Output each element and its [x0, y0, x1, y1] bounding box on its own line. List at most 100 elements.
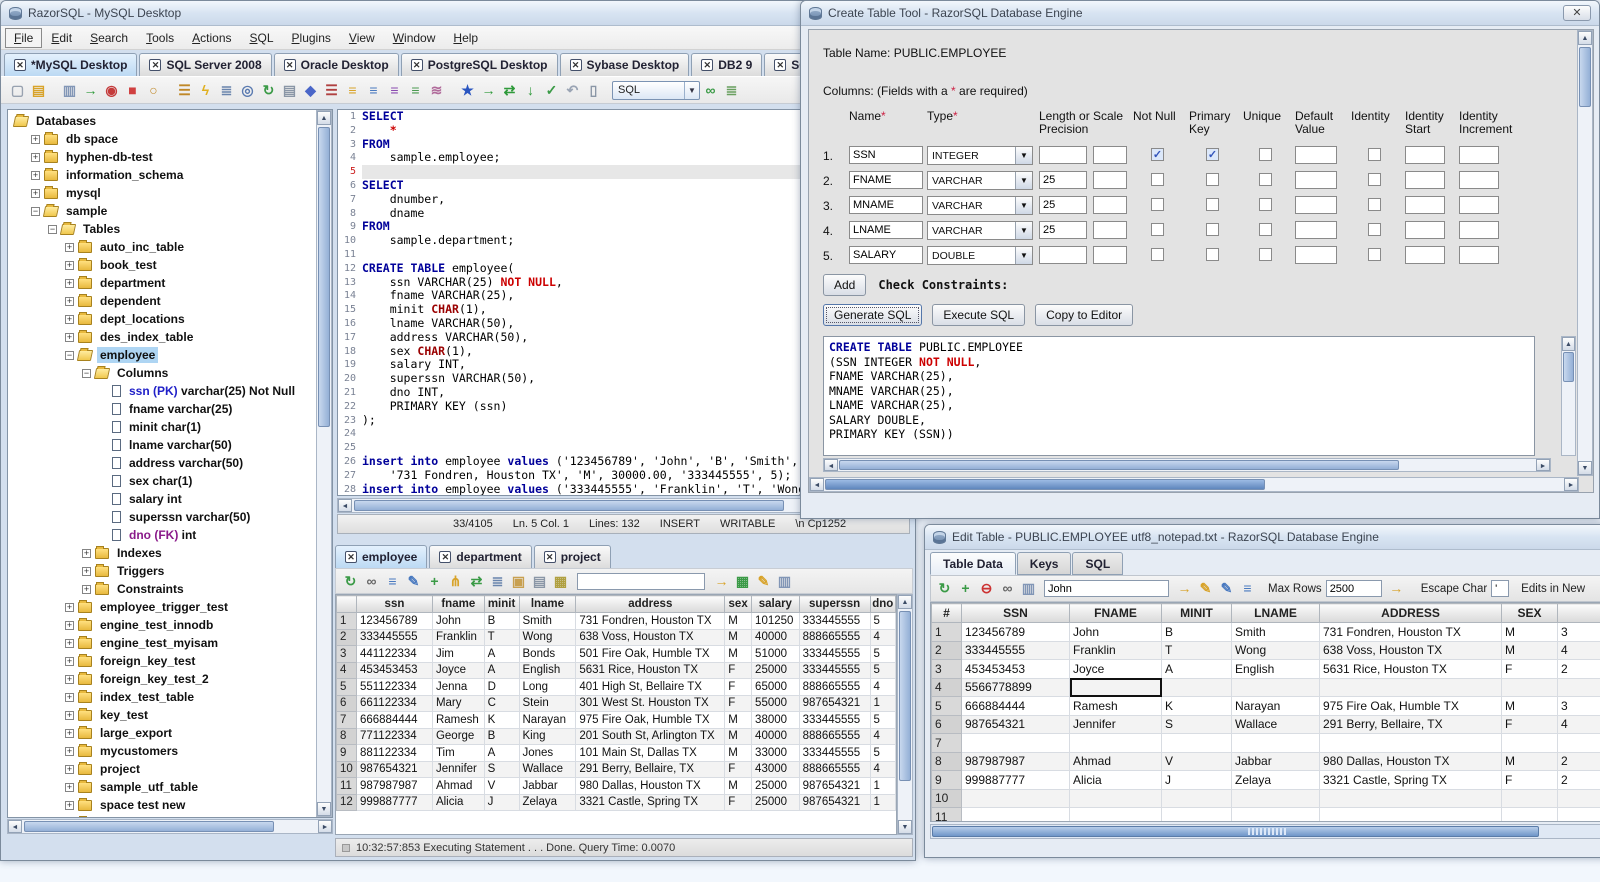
expand-icon[interactable]: +: [82, 566, 91, 576]
filter-gold-icon[interactable]: ≡: [342, 80, 363, 101]
table-row[interactable]: 7 666884444 Ramesh K Narayan 975 Fire Oak, Hu…: [336, 711, 896, 729]
data-cell[interactable]: [1069, 788, 1162, 808]
data-cell[interactable]: 975 Fire Oak, Humble TX: [1319, 696, 1502, 716]
data-cell[interactable]: F: [1501, 714, 1558, 734]
data-cell[interactable]: [961, 733, 1070, 753]
identity-checkbox[interactable]: [1368, 248, 1381, 261]
identity-start-input[interactable]: [1405, 171, 1445, 189]
column-type-select[interactable]: VARCHAR ▼: [927, 171, 1033, 190]
column-name-input[interactable]: [849, 171, 923, 189]
not-null-checkbox[interactable]: [1151, 198, 1164, 211]
close-tab-icon[interactable]: ✕: [345, 551, 357, 563]
data-cell[interactable]: 453453453: [961, 659, 1070, 679]
edit-dialog-titlebar[interactable]: Edit Table - PUBLIC.EMPLOYEE utf8_notepa…: [925, 525, 1600, 550]
identity-checkbox[interactable]: [1368, 148, 1381, 161]
data-cell[interactable]: [1069, 733, 1162, 753]
tree-item-tables[interactable]: − Tables: [8, 220, 316, 238]
expand-icon[interactable]: +: [65, 638, 74, 648]
save-icon[interactable]: ▥: [59, 80, 80, 101]
default-value-input[interactable]: [1295, 221, 1337, 239]
tree-item-mycustomers[interactable]: + mycustomers: [8, 742, 316, 760]
insert-row-icon[interactable]: +: [424, 571, 445, 592]
results-tab-employee[interactable]: ✕ employee: [335, 545, 428, 568]
data-cell[interactable]: Narayan: [1231, 696, 1320, 716]
db-edit-icon[interactable]: ≋: [426, 80, 447, 101]
data-cell[interactable]: Alicia: [1069, 770, 1162, 790]
log-icon[interactable]: ≣: [721, 80, 742, 101]
rollback-icon[interactable]: ↶: [562, 80, 583, 101]
table-row[interactable]: 3 453453453 Joyce A English 5631 Rice, Housto…: [931, 659, 1600, 679]
results-grid[interactable]: ssn fname minit lname address sex salary supers…: [335, 594, 897, 835]
tree-item-engine-test-myisam[interactable]: + engine_test_myisam: [8, 634, 316, 652]
table-row[interactable]: 5 551122334 Jenna D Long 401 High St, Bellair…: [336, 678, 896, 696]
data-cell[interactable]: [961, 788, 1070, 808]
new-connection-icon[interactable]: ○: [143, 80, 164, 101]
table-row[interactable]: 12 999887777 Alicia J Zelaya 3321 Castle, Spr…: [336, 793, 896, 811]
primary-key-checkbox[interactable]: ✓: [1206, 148, 1219, 161]
menu-view[interactable]: View: [340, 28, 384, 48]
data-cell[interactable]: [1319, 677, 1502, 697]
identity-checkbox[interactable]: [1368, 173, 1381, 186]
unique-checkbox[interactable]: [1259, 198, 1272, 211]
tree-item-book-test[interactable]: + book_test: [8, 256, 316, 274]
results-col-lname[interactable]: lname: [518, 595, 577, 613]
refresh-table-icon[interactable]: ↻: [934, 578, 955, 599]
column-name-input[interactable]: [849, 246, 923, 264]
tree-item-lname-varchar-50[interactable]: lname varchar(50): [8, 436, 316, 454]
tab-sql-server-2008[interactable]: ✕ SQL Server 2008: [139, 53, 272, 76]
branch-icon[interactable]: ⋔: [445, 571, 466, 592]
commit-icon[interactable]: ✓: [541, 80, 562, 101]
results-col-salary[interactable]: salary: [751, 595, 800, 613]
edit-col-minit[interactable]: MINIT: [1161, 603, 1232, 623]
edit-cell-icon[interactable]: ✎: [1216, 578, 1237, 599]
reload-results-icon[interactable]: ⇄: [466, 571, 487, 592]
sql-vscrollbar[interactable]: ▲: [1561, 336, 1576, 456]
data-cell[interactable]: Ramesh: [1069, 696, 1162, 716]
identity-start-input[interactable]: [1405, 196, 1445, 214]
row-number-header[interactable]: [336, 595, 357, 613]
default-value-input[interactable]: [1295, 171, 1337, 189]
expand-icon[interactable]: +: [65, 656, 74, 666]
length-input[interactable]: [1039, 221, 1087, 239]
menu-search[interactable]: Search: [81, 28, 137, 48]
results-tab-project[interactable]: ✕ project: [533, 545, 611, 568]
table-row[interactable]: 1 123456789 John B Smith 731 Fondren, Houston…: [931, 622, 1600, 642]
menu-plugins[interactable]: Plugins: [283, 28, 340, 48]
edit-tab-keys[interactable]: Keys: [1016, 552, 1072, 575]
menu-sql[interactable]: SQL: [241, 28, 283, 48]
data-cell[interactable]: [1231, 733, 1320, 753]
main-titlebar[interactable]: RazorSQL - MySQL Desktop: [1, 1, 915, 26]
tree-item-large-export[interactable]: + large_export: [8, 724, 316, 742]
results-col-minit[interactable]: minit: [483, 595, 520, 613]
length-input[interactable]: [1039, 196, 1087, 214]
not-null-checkbox[interactable]: [1151, 223, 1164, 236]
identity-checkbox[interactable]: [1368, 198, 1381, 211]
describe-table-icon[interactable]: ≣: [216, 80, 237, 101]
menu-actions[interactable]: Actions: [183, 28, 240, 48]
paste-icon[interactable]: ▤: [279, 80, 300, 101]
tree-item-dno-fk-int[interactable]: dno (FK) int: [8, 526, 316, 544]
unique-checkbox[interactable]: [1259, 148, 1272, 161]
data-cell[interactable]: T: [1161, 640, 1232, 660]
generated-sql-textarea[interactable]: CREATE TABLE PUBLIC.EMPLOYEE (SSN INTEGER…: [823, 336, 1535, 456]
data-cell[interactable]: 987987987: [961, 751, 1070, 771]
data-cell[interactable]: [1161, 733, 1232, 753]
filter-blue-icon[interactable]: ≡: [363, 80, 384, 101]
edit-table-grid[interactable]: # SSN FNAME MINIT LNAME ADDRESS SEX 1 123456789 J…: [930, 602, 1600, 822]
add-row-icon[interactable]: +: [955, 578, 976, 599]
table-row[interactable]: 6 661122334 Mary C Stein 301 West St. Houston…: [336, 694, 896, 712]
column-type-select[interactable]: DOUBLE ▼: [927, 246, 1033, 265]
export-icon[interactable]: ▦: [550, 571, 571, 592]
data-cell[interactable]: B: [1161, 622, 1232, 642]
scale-input[interactable]: [1093, 221, 1127, 239]
data-cell[interactable]: Jabbar: [1231, 751, 1320, 771]
close-tab-icon[interactable]: ✕: [410, 59, 423, 71]
data-cell[interactable]: [1069, 807, 1162, 821]
go-maxrows-icon[interactable]: →: [1386, 578, 1407, 599]
menu-file[interactable]: File: [5, 27, 43, 48]
db-tools-icon[interactable]: ☰: [321, 80, 342, 101]
data-cell[interactable]: Wong: [1231, 640, 1320, 660]
identity-start-input[interactable]: [1405, 246, 1445, 264]
compare-icon[interactable]: ◆: [300, 80, 321, 101]
fetch-icon[interactable]: ↓: [520, 80, 541, 101]
